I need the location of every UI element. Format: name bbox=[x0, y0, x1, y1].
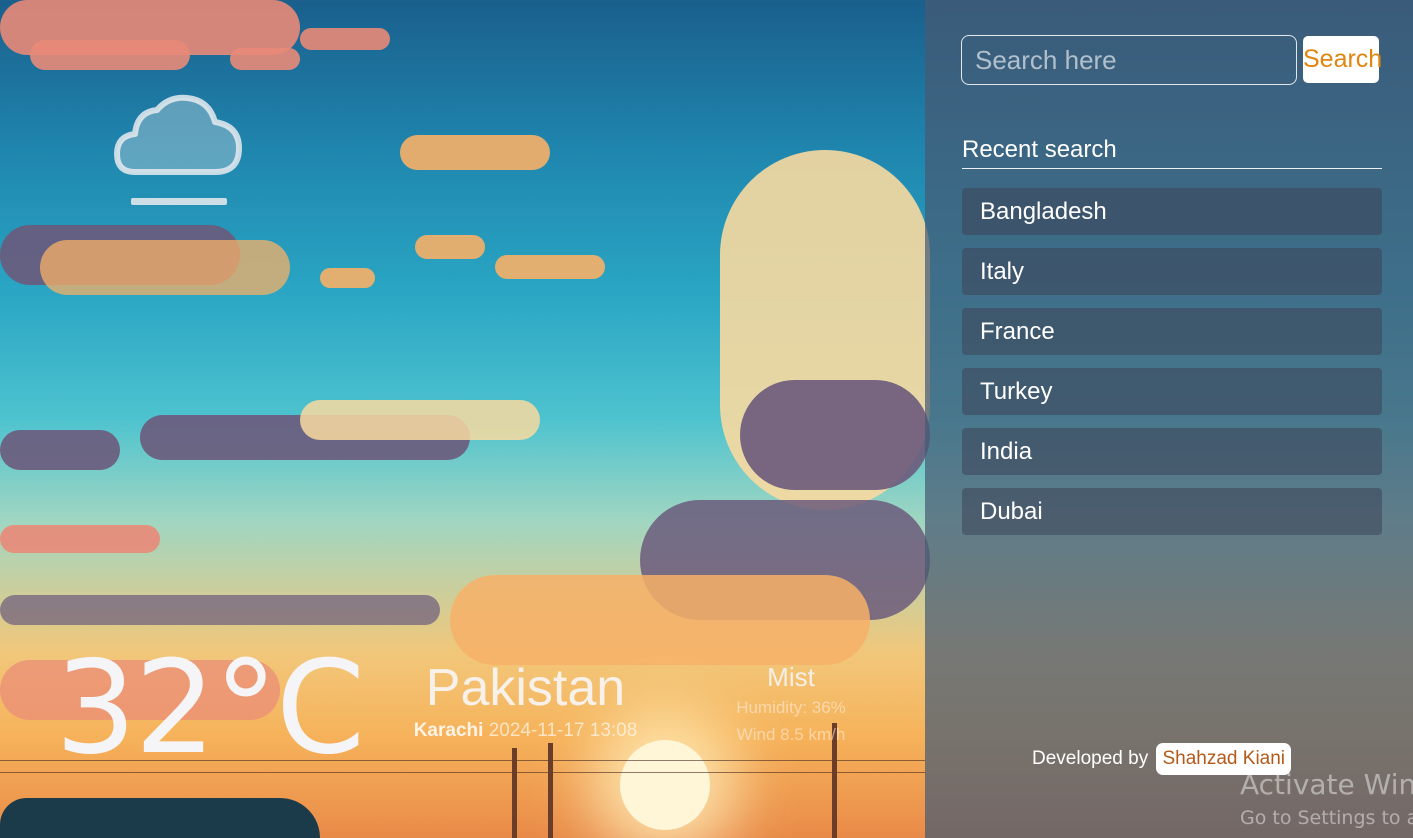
recent-item-dubai[interactable]: Dubai bbox=[962, 488, 1382, 535]
wind-text: Wind 8.5 km/h bbox=[736, 724, 846, 744]
location-block: Pakistan Karachi 2024-11-17 13:08 bbox=[398, 662, 653, 742]
recent-search-heading: Recent search bbox=[962, 136, 1382, 169]
local-datetime: 2024-11-17 13:08 bbox=[488, 720, 638, 741]
activate-windows-watermark: Activate Windows Go to Settings to activ… bbox=[1240, 768, 1413, 829]
watermark-title: Activate Windows bbox=[1240, 768, 1413, 801]
condition-text: Mist bbox=[767, 662, 815, 692]
recent-item-france[interactable]: France bbox=[962, 308, 1382, 355]
country-name: Pakistan bbox=[425, 659, 626, 717]
recent-item-italy[interactable]: Italy bbox=[962, 248, 1382, 295]
side-panel: Search Recent search Bangladesh Italy Fr… bbox=[925, 0, 1413, 838]
search-input[interactable] bbox=[961, 35, 1297, 85]
developed-by-label: Developed by bbox=[1032, 748, 1149, 769]
humidity-text: Humidity: 36% bbox=[736, 698, 846, 717]
recent-search-list: Bangladesh Italy France Turkey India Dub… bbox=[962, 188, 1382, 548]
mist-cloud-icon bbox=[113, 92, 245, 212]
recent-item-bangladesh[interactable]: Bangladesh bbox=[962, 188, 1382, 235]
search-button[interactable]: Search bbox=[1303, 36, 1382, 83]
watermark-subtitle: Go to Settings to activate Windows. bbox=[1240, 807, 1413, 829]
condition-block: Mist Humidity: 36% Wind 8.5 km/h bbox=[716, 662, 866, 747]
recent-item-turkey[interactable]: Turkey bbox=[962, 368, 1382, 415]
city-name: Karachi bbox=[413, 720, 484, 741]
city-datetime-line: Karachi 2024-11-17 13:08 bbox=[398, 720, 653, 742]
recent-item-india[interactable]: India bbox=[962, 428, 1382, 475]
temperature-readout: 32°C bbox=[55, 634, 365, 783]
